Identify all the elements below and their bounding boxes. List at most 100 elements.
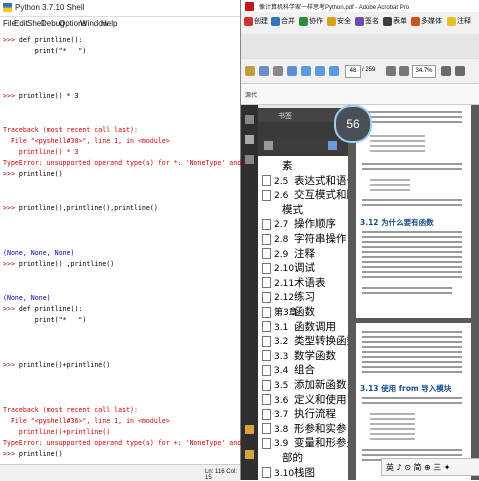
shell-line-text: TypeError: unsupported operand type(s) f… bbox=[3, 159, 266, 168]
bookmark-label: 形参和实参 bbox=[294, 422, 347, 435]
bookmark-item[interactable]: 模式 bbox=[262, 202, 303, 217]
fit-page-icon[interactable] bbox=[441, 66, 451, 76]
bookmark-label: 术语表 bbox=[294, 276, 326, 289]
bookmark-item[interactable]: 3.5 添加新函数 bbox=[262, 377, 347, 392]
open-icon[interactable] bbox=[245, 66, 255, 76]
zoom-out-icon[interactable] bbox=[386, 66, 396, 76]
document-view[interactable]: 3.12 为什么要有函数 3.13 使用 from 导入模块 bbox=[348, 105, 479, 480]
input-method-bar[interactable]: 英 ♪ ⊙ 简 ⊕ 三 ✦ bbox=[381, 458, 479, 476]
shell-line-text: printline() bbox=[18, 450, 63, 459]
bookmark-item[interactable]: 3.2 类型转换函数 bbox=[262, 333, 357, 348]
shell-line-text: print("* ") bbox=[34, 316, 87, 324]
bookmark-label: 模式 bbox=[282, 203, 303, 216]
collaborate-button[interactable]: 协作 bbox=[299, 16, 323, 30]
shell-prompt: >>> bbox=[3, 170, 19, 179]
collaborate-icon bbox=[299, 16, 308, 26]
text-line bbox=[362, 271, 462, 273]
page-icon bbox=[262, 291, 271, 303]
acrobat-page-toolbar: 48 / 259 34.7% bbox=[241, 58, 479, 84]
shell-line-text: Traceback (most recent call last): bbox=[3, 405, 138, 414]
shell-line-text: Traceback (most recent call last): bbox=[3, 125, 138, 134]
page-icon bbox=[262, 262, 271, 274]
bookmark-item[interactable]: 3.10栈图 bbox=[262, 465, 315, 480]
new-bookmark-icon[interactable] bbox=[328, 141, 337, 150]
zoom-input[interactable]: 34.7% bbox=[412, 65, 436, 78]
bookmark-number: 3.6 bbox=[274, 395, 289, 406]
bookmark-item[interactable]: 2.8 字符串操作 bbox=[262, 231, 347, 246]
bookmark-panel-icon[interactable] bbox=[245, 135, 254, 144]
bookmark-item[interactable]: 3.8 形参和实参 bbox=[262, 421, 347, 436]
create-label: 创建 bbox=[254, 18, 268, 25]
options-icon[interactable] bbox=[264, 141, 273, 150]
bookmark-number: 2.5 bbox=[274, 176, 289, 187]
menu-edit[interactable]: Edit bbox=[14, 19, 28, 28]
bookmark-item[interactable]: 2.10调试 bbox=[262, 260, 315, 275]
bookmark-item[interactable]: 2.11术语表 bbox=[262, 275, 326, 290]
previous-page-icon[interactable] bbox=[315, 66, 325, 76]
secure-button[interactable]: 安全 bbox=[327, 16, 351, 30]
layers-icon[interactable] bbox=[245, 450, 254, 459]
bookmark-number: 3.9 bbox=[274, 439, 289, 450]
bookmark-number: 3.8 bbox=[274, 424, 289, 435]
python-window-title: Python 3.7.10 Shell bbox=[15, 3, 85, 12]
multimedia-button[interactable]: 多媒体 bbox=[411, 16, 442, 30]
menu-help[interactable]: Help bbox=[101, 19, 117, 28]
comment-panel-icon[interactable] bbox=[245, 425, 254, 434]
bookmark-item[interactable]: 部的 bbox=[262, 450, 303, 465]
bookmark-item[interactable]: 3.3 数学函数 bbox=[262, 348, 336, 363]
python-shell-window: Python 3.7.10 Shell File Edit Shell Debu… bbox=[0, 0, 285, 481]
section-heading-3-12: 3.12 为什么要有函数 bbox=[360, 218, 434, 227]
form-icon bbox=[383, 16, 392, 26]
shell-line: print("* ") bbox=[3, 316, 87, 325]
bookmark-number: 3.4 bbox=[274, 366, 289, 377]
shell-line: >>> def printline(): bbox=[3, 305, 82, 314]
bookmark-label: 数学函数 bbox=[294, 349, 336, 362]
bookmark-label: 函数调用 bbox=[294, 320, 336, 333]
bookmark-item[interactable]: 3.1 函数调用 bbox=[262, 319, 336, 334]
first-page-icon[interactable] bbox=[301, 66, 311, 76]
text-line bbox=[370, 428, 415, 430]
shell-line-text: def printline(): bbox=[18, 304, 83, 313]
sign-button[interactable]: 签名 bbox=[355, 16, 379, 30]
document-tab[interactable]: 源代 bbox=[245, 90, 257, 99]
shell-output[interactable]: >>> def printline(): print("* ") >>> prin… bbox=[3, 36, 285, 462]
document-tab-bar: 源代 bbox=[241, 84, 479, 105]
bookmark-number: 2.8 bbox=[274, 235, 289, 245]
page-number-input[interactable]: 48 bbox=[345, 65, 361, 78]
save-icon[interactable] bbox=[259, 66, 269, 76]
bookmark-number: 3.7 bbox=[274, 410, 289, 421]
bookmark-item[interactable]: 2.5 表达式和语句 bbox=[262, 173, 357, 188]
shell-line-text: printline(),printline(),printline() bbox=[18, 204, 158, 212]
python-menu-bar: File Edit Shell Debug Options Window Hel… bbox=[0, 17, 240, 30]
comment-label: 注释 bbox=[457, 18, 471, 25]
bookmark-item[interactable]: 3.6 定义和使用 bbox=[262, 392, 347, 407]
text-line bbox=[370, 179, 410, 181]
bookmark-label: 字符串操作 bbox=[294, 233, 347, 245]
bookmark-item[interactable]: 2.12练习 bbox=[262, 289, 315, 304]
film-icon bbox=[411, 16, 420, 26]
combine-button[interactable]: 合并 bbox=[271, 16, 295, 30]
zoom-in-icon[interactable] bbox=[399, 66, 409, 76]
bookmark-label: 执行流程 bbox=[294, 408, 336, 421]
multimedia-label: 多媒体 bbox=[421, 18, 442, 25]
comment-button[interactable]: 注释 bbox=[447, 16, 471, 30]
bookmark-item[interactable]: 2.9 注释 bbox=[262, 246, 315, 261]
email-icon[interactable] bbox=[287, 66, 297, 76]
next-page-icon[interactable] bbox=[329, 66, 339, 76]
bookmark-item[interactable]: 3.7 执行流程 bbox=[262, 406, 336, 421]
bookmark-item[interactable]: 素 bbox=[262, 158, 293, 173]
pages-panel-icon[interactable] bbox=[245, 115, 254, 124]
lock-icon bbox=[327, 16, 336, 26]
acrobat-icon bbox=[245, 2, 254, 11]
create-button[interactable]: 创建 bbox=[244, 16, 268, 30]
attachment-icon[interactable] bbox=[245, 155, 254, 164]
bookmark-item[interactable]: 3.4 组合 bbox=[262, 362, 315, 377]
print-icon[interactable] bbox=[273, 66, 283, 76]
bookmark-item[interactable]: 第3章函数 bbox=[262, 304, 315, 319]
forms-button[interactable]: 表单 bbox=[383, 16, 407, 30]
text-line bbox=[362, 168, 462, 170]
bookmark-label: 组合 bbox=[294, 364, 315, 377]
create-icon bbox=[244, 16, 253, 26]
read-mode-icon[interactable] bbox=[455, 66, 465, 76]
bookmark-item[interactable]: 2.7 操作顺序 bbox=[262, 216, 336, 231]
